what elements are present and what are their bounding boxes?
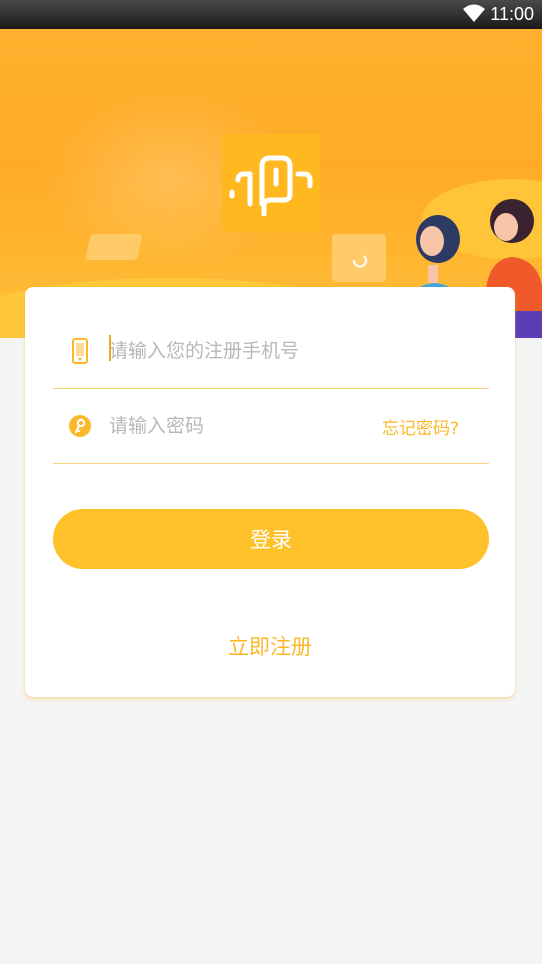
screen-illustration [332, 234, 386, 282]
forgot-password-link[interactable]: 忘记密码? [382, 414, 459, 439]
status-time: 11:00 [490, 4, 534, 24]
status-bar: 11:00 [0, 0, 542, 29]
refresh-icon [352, 255, 368, 268]
phone-field [53, 313, 489, 389]
password-field: 忘记密码? [53, 388, 489, 464]
password-input[interactable] [109, 408, 409, 444]
wifi-icon [463, 4, 485, 22]
key-icon [69, 415, 91, 437]
login-button[interactable]: 登录 [53, 509, 489, 569]
phone-icon [72, 338, 88, 364]
phone-input[interactable] [109, 333, 409, 369]
login-card: 忘记密码? 登录 立即注册 [25, 287, 515, 697]
text-cursor [109, 335, 111, 361]
laptop-illustration [85, 234, 143, 260]
app-logo-icon [222, 134, 320, 232]
register-link[interactable]: 立即注册 [25, 631, 515, 661]
